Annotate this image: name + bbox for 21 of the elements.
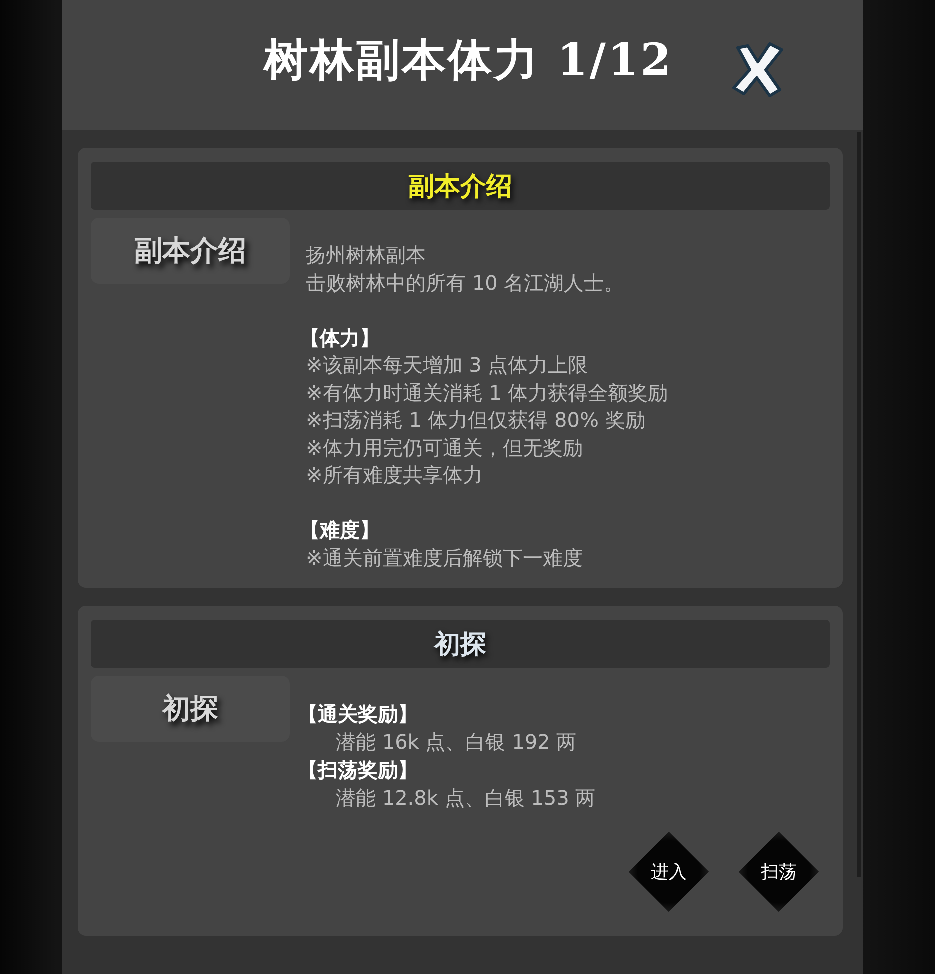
description-text: ※通关前置难度后解锁下一难度 — [306, 544, 584, 572]
window-title: 树林副本体力 1/12 — [264, 34, 674, 88]
section-title: 初探 — [434, 628, 486, 662]
section-heading: 【难度】 — [300, 517, 381, 544]
description-text: ※有体力时通关消耗 1 体力获得全额奖励 — [306, 380, 668, 406]
reward-text: 潜能 16k 点、白银 192 两 — [336, 729, 578, 756]
side-tab[interactable]: 副本介绍 — [91, 218, 290, 284]
description-text: 扬州树林副本 — [306, 242, 427, 269]
description-text: ※该副本每天增加 3 点体力上限 — [306, 352, 590, 379]
reward-text: 潜能 12.8k 点、白银 153 两 — [336, 785, 596, 812]
description-text: ※体力用完仍可通关，但无奖励 — [306, 434, 584, 462]
description-text: 击败树林中的所有 10 名江湖人士。 — [306, 270, 626, 296]
side-tab[interactable]: 初探 — [91, 676, 290, 742]
section-heading: 【通关奖励】 — [298, 701, 419, 728]
action-button[interactable]: 扫荡 — [739, 832, 819, 912]
description-text: ※所有难度共享体力 — [306, 462, 484, 489]
section-heading: 【体力】 — [300, 324, 381, 352]
section-title: 副本介绍 — [408, 170, 512, 204]
action-button[interactable]: 进入 — [629, 832, 709, 912]
section-heading: 【扫荡奖励】 — [298, 757, 419, 784]
description-text: ※扫荡消耗 1 体力但仅获得 80% 奖励 — [306, 407, 646, 434]
